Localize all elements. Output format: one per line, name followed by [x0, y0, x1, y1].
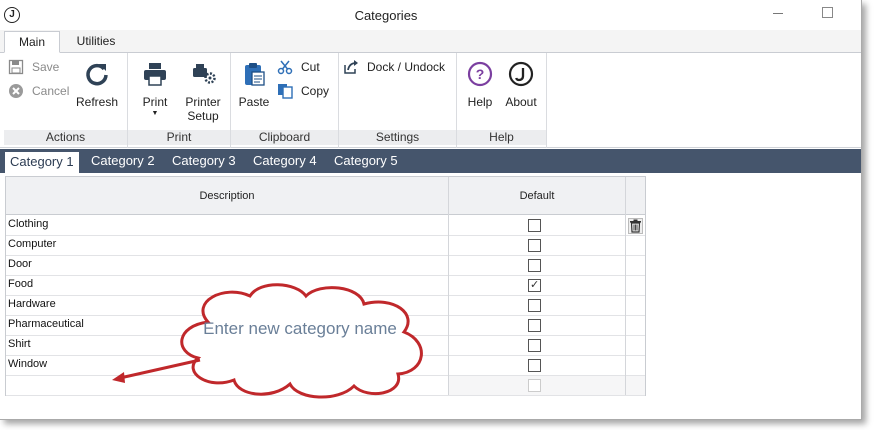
default-checkbox-checked[interactable]: ✓	[528, 279, 541, 292]
save-label: Save	[32, 60, 60, 74]
tab-category-4[interactable]: Category 4	[248, 151, 322, 173]
table-row[interactable]: Computer	[6, 236, 645, 256]
printer-setup-icon	[193, 64, 216, 84]
print-button[interactable]: Print ▼	[134, 61, 176, 118]
column-header-default[interactable]: Default	[449, 177, 625, 215]
row-description[interactable]: Computer	[8, 238, 56, 250]
refresh-button[interactable]: Refresh	[74, 61, 120, 109]
maximize-button[interactable]	[822, 7, 833, 18]
help-icon: ?	[467, 61, 493, 87]
clipboard-group-label: Clipboard	[231, 130, 338, 145]
about-icon	[508, 61, 534, 87]
row-description[interactable]: Window	[8, 358, 47, 370]
column-divider	[625, 177, 626, 395]
column-header-description[interactable]: Description	[6, 177, 448, 215]
cancel-label: Cancel	[32, 84, 70, 98]
cancel-icon	[9, 84, 23, 98]
svg-text:?: ?	[476, 66, 485, 82]
ribbon: Save Cancel Refresh Actions Print ▼ Prin…	[0, 53, 861, 148]
categories-window: J Categories Main Utilities Save Cancel …	[0, 0, 862, 420]
clipboard-group: Paste Cut Copy Clipboard	[231, 53, 339, 148]
default-checkbox[interactable]	[528, 239, 541, 252]
help-group: ? Help About Help	[457, 53, 547, 148]
help-group-label: Help	[457, 130, 546, 145]
ribbon-tab-strip: Main Utilities	[0, 30, 861, 53]
help-button[interactable]: ? Help	[463, 61, 497, 109]
row-description[interactable]: Clothing	[8, 218, 48, 230]
help-label: Help	[467, 95, 493, 109]
scissors-icon	[277, 60, 293, 75]
default-checkbox-disabled	[528, 379, 541, 392]
table-row[interactable]: Clothing	[6, 216, 645, 236]
dock-undock-label: Dock / Undock	[367, 60, 446, 74]
callout-text: Enter new category name	[203, 319, 397, 338]
settings-group: Dock / Undock Settings	[339, 53, 457, 148]
tab-category-3[interactable]: Category 3	[167, 151, 241, 173]
row-description[interactable]: Hardware	[8, 298, 56, 310]
grid-header: Description Default	[6, 177, 645, 215]
callout-arrow-icon	[112, 358, 201, 383]
refresh-label: Refresh	[75, 95, 119, 109]
default-checkbox[interactable]	[528, 259, 541, 272]
column-divider	[448, 177, 449, 395]
cut-label: Cut	[301, 60, 320, 74]
paste-label: Paste	[238, 95, 270, 109]
print-label: Print	[142, 95, 168, 109]
save-icon	[8, 59, 24, 75]
ribbon-tab-main[interactable]: Main	[4, 31, 60, 53]
setup-label: Setup	[187, 109, 219, 123]
print-dropdown-arrow-icon[interactable]: ▼	[134, 109, 176, 118]
about-button[interactable]: About	[501, 61, 541, 109]
default-checkbox[interactable]	[528, 299, 541, 312]
row-description[interactable]: Shirt	[8, 338, 31, 350]
refresh-icon	[86, 63, 108, 86]
print-group-label: Print	[128, 130, 230, 145]
ribbon-tab-utilities[interactable]: Utilities	[66, 31, 126, 53]
copy-label: Copy	[301, 84, 330, 98]
printer-setup-button[interactable]: Printer Setup	[180, 61, 226, 123]
row-description[interactable]: Food	[8, 278, 33, 290]
about-label: About	[505, 95, 537, 109]
printer-icon	[144, 63, 166, 86]
title-bar: J Categories	[0, 0, 861, 30]
tab-category-2[interactable]: Category 2	[86, 151, 160, 173]
default-checkbox[interactable]	[528, 359, 541, 372]
tab-category-5[interactable]: Category 5	[329, 151, 403, 173]
row-description[interactable]: Door	[8, 258, 32, 270]
tab-category-1[interactable]: Category 1	[4, 151, 80, 173]
paste-icon	[245, 63, 265, 86]
printer-label: Printer	[185, 95, 221, 109]
default-checkbox[interactable]	[528, 219, 541, 232]
minimize-button[interactable]	[770, 6, 786, 22]
window-title: Categories	[354, 8, 418, 23]
checkmark-icon: ✓	[530, 279, 540, 291]
settings-group-label: Settings	[339, 130, 456, 145]
default-checkbox[interactable]	[528, 339, 541, 352]
row-description[interactable]: Pharmaceutical	[8, 318, 84, 330]
category-tab-bar: Category 1 Category 2 Category 3 Categor…	[0, 149, 861, 173]
actions-group-label: Actions	[4, 130, 127, 145]
print-group: Print ▼ Printer Setup Print	[128, 53, 231, 148]
paste-button[interactable]: Paste	[237, 61, 271, 109]
copy-icon	[278, 84, 293, 99]
actions-group: Save Cancel Refresh Actions	[4, 53, 128, 148]
trash-icon[interactable]	[628, 218, 643, 234]
default-checkbox[interactable]	[528, 319, 541, 332]
dock-undock-icon	[344, 60, 358, 74]
table-row[interactable]: Door	[6, 256, 645, 276]
